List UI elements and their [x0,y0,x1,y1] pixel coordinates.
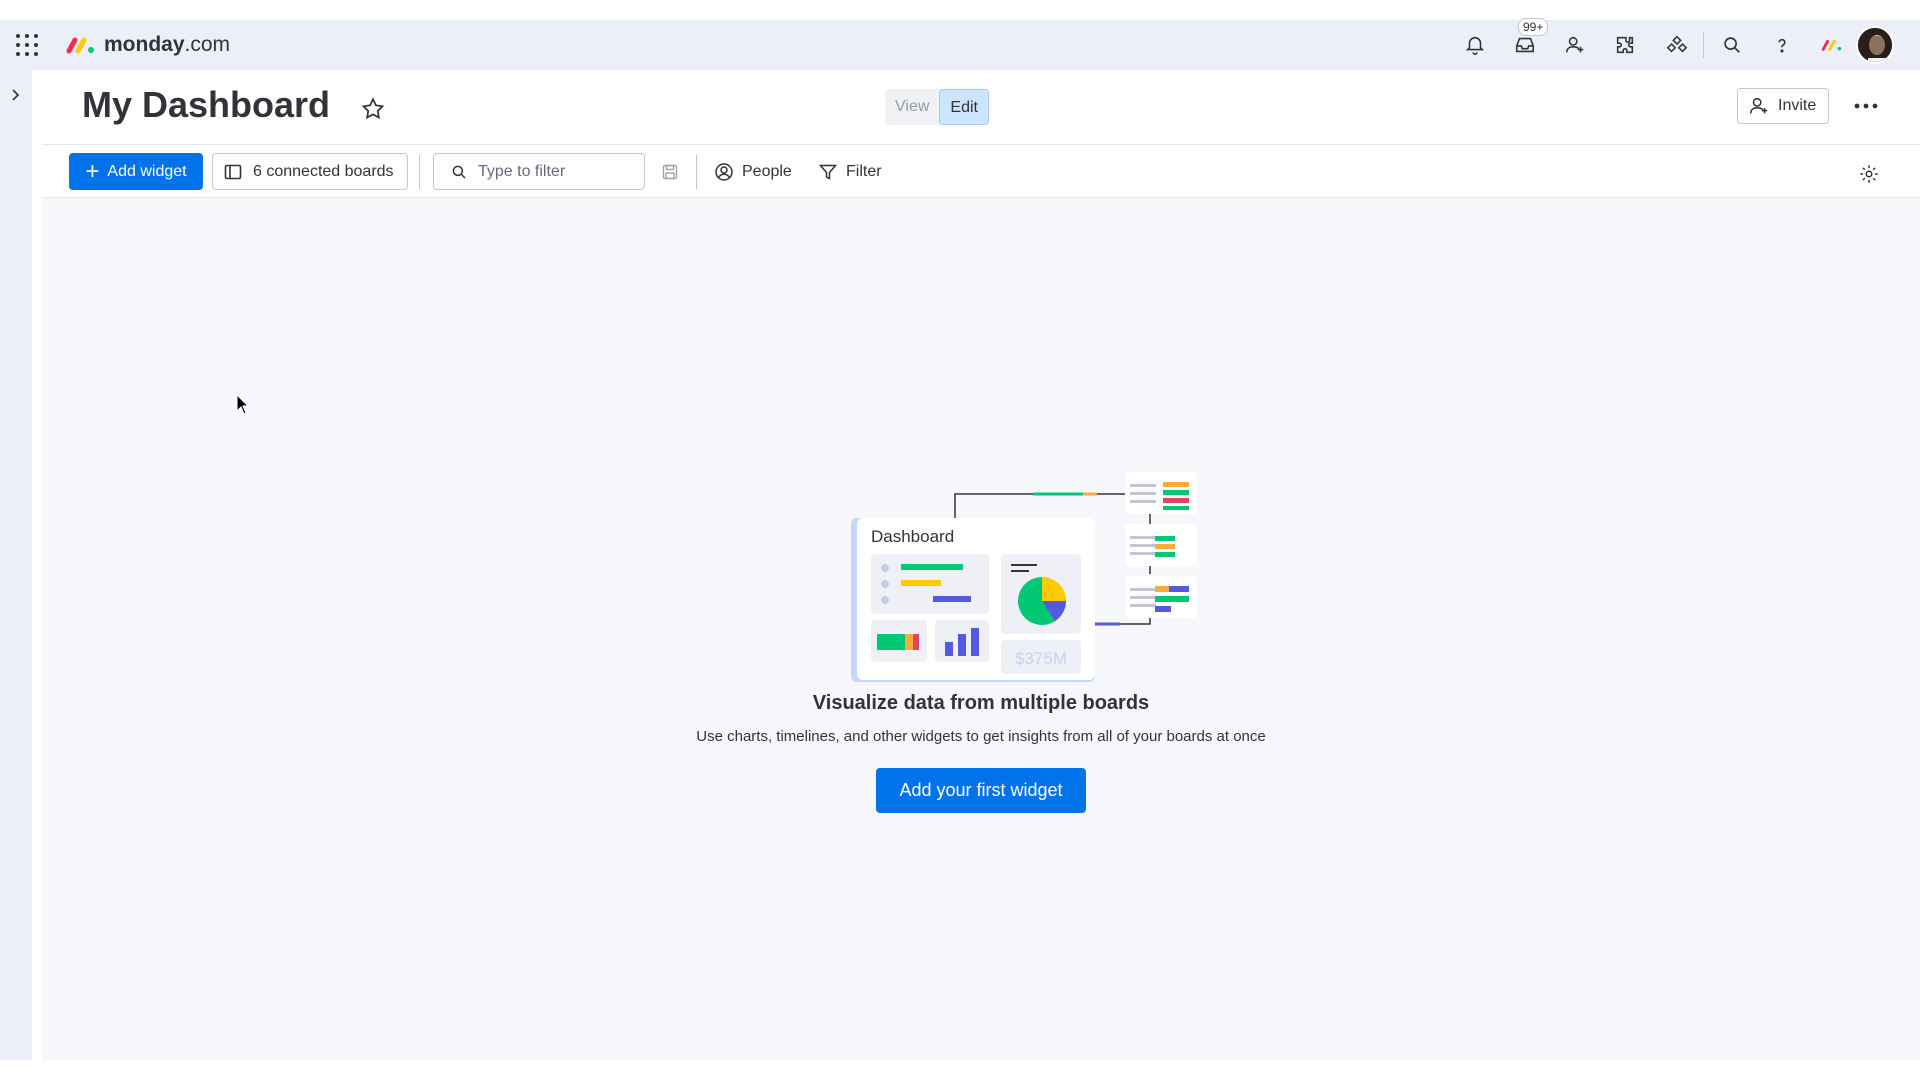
empty-state-title: Visualize data from multiple boards [812,692,1150,714]
dashboard-panel: My Dashboard View Edit Invite + Add widg… [42,70,1920,1060]
bell-icon[interactable] [1461,31,1489,59]
search-input[interactable] [478,162,638,181]
people-label: People [742,162,792,180]
dashboard-toolbar: + Add widget 6 connected boards People F… [42,144,1920,198]
divider [419,155,420,189]
save-icon[interactable] [661,163,679,181]
view-mode-button[interactable]: View [885,89,939,125]
person-icon [715,162,733,181]
invite-button[interactable]: Invite [1737,88,1829,124]
gear-icon[interactable] [1858,163,1880,185]
filter-button[interactable]: Filter [818,153,882,190]
illustration-value: $375M [1015,649,1067,668]
page-title[interactable]: My Dashboard [82,84,330,126]
connected-boards-label: 6 connected boards [253,162,394,180]
top-bar: monday.com 99+ [0,18,1920,70]
star-icon[interactable] [360,96,386,122]
invite-member-icon[interactable] [1561,31,1589,59]
illustration-title: Dashboard [871,527,954,546]
add-widget-label: Add widget [107,162,187,180]
search-icon[interactable] [1718,31,1746,59]
view-edit-toggle: View Edit [885,89,989,125]
mouse-cursor-icon [236,394,250,415]
apps-puzzle-icon[interactable] [1611,31,1639,59]
divider [696,155,697,189]
dashboard-header: My Dashboard View Edit Invite [42,70,1920,144]
filter-icon [818,164,838,180]
connected-boards-button[interactable]: 6 connected boards [212,153,408,190]
plus-icon: + [85,157,100,185]
add-first-widget-button[interactable]: Add your first widget [876,768,1086,813]
notification-badge: 99+ [1518,18,1549,36]
avatar[interactable] [1856,26,1894,64]
board-icon [224,164,242,179]
left-rail [0,70,32,1060]
empty-state-subtitle: Use charts, timelines, and other widgets… [696,728,1266,745]
more-icon[interactable] [1852,95,1880,117]
invite-label: Invite [1778,97,1817,114]
empty-state: Dashboard $375M Visualize data from mult… [42,198,1920,1060]
divider [1703,32,1704,58]
dashboard-illustration: Dashboard $375M [851,472,1197,682]
invite-member-icon [1749,97,1768,114]
dashboard-canvas: Dashboard $375M Visualize data from mult… [42,198,1920,1060]
edit-mode-button[interactable]: Edit [939,89,989,125]
monday-logo-icon[interactable] [1818,31,1846,59]
help-icon[interactable] [1768,31,1796,59]
chevron-right-icon[interactable] [6,86,24,104]
search-icon [452,165,466,179]
filter-label: Filter [846,162,882,180]
filter-search-box[interactable] [433,153,645,190]
people-filter-button[interactable]: People [714,153,792,190]
add-widget-button[interactable]: + Add widget [69,153,203,190]
marketplace-icon[interactable] [1663,31,1691,59]
